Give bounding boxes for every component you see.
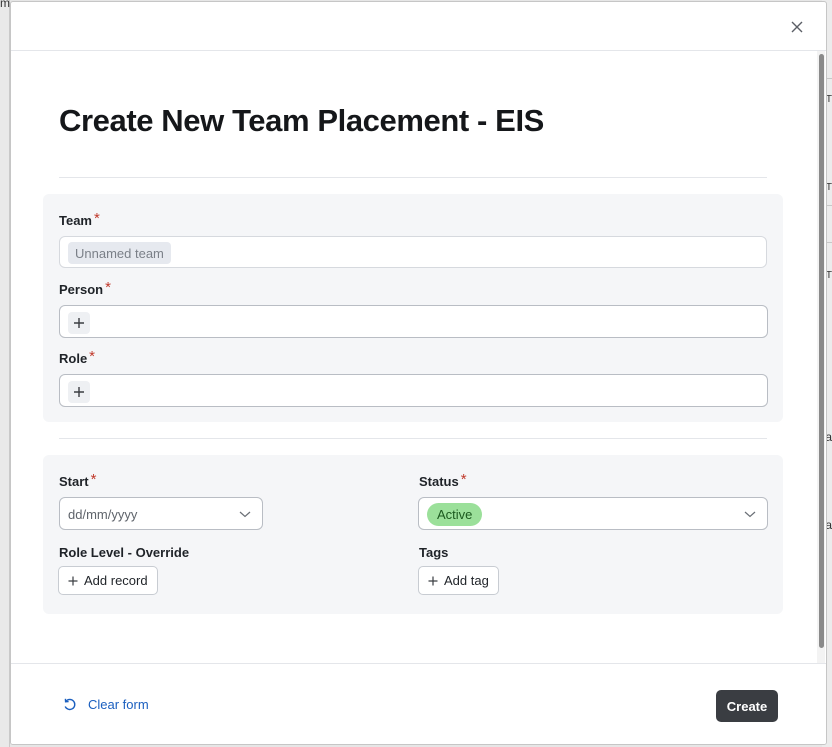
chevron-down-icon [239, 511, 251, 518]
create-button[interactable]: Create [716, 690, 778, 722]
team-label: Team * [59, 210, 100, 228]
role-label: Role * [59, 348, 96, 366]
dialog-header-bar [11, 2, 826, 51]
background-left-strip [0, 0, 10, 747]
team-label-text: Team [59, 213, 92, 228]
page-title: Create New Team Placement - EIS [59, 103, 544, 138]
person-label: Person * [59, 279, 111, 297]
section-divider [59, 438, 767, 439]
add-tag-button[interactable]: Add tag [418, 566, 499, 595]
reset-icon [64, 698, 76, 710]
tags-label: Tags [419, 545, 449, 560]
add-record-button[interactable]: Add record [58, 566, 158, 595]
start-date-placeholder: dd/mm/yyyy [68, 507, 138, 522]
status-label-text: Status [419, 474, 459, 489]
details-section: Start * dd/mm/yyyy Status * Active Role … [43, 455, 783, 614]
clear-form-label: Clear form [88, 697, 149, 712]
status-badge: Active [427, 503, 483, 526]
required-mark: * [89, 348, 96, 365]
required-mark: * [94, 210, 100, 227]
create-placement-dialog: Create New Team Placement - EIS Team * U… [10, 1, 827, 745]
plus-icon [68, 576, 78, 585]
scrollbar-thumb[interactable] [819, 54, 824, 648]
add-role-button[interactable] [68, 381, 90, 403]
start-label-text: Start [59, 474, 89, 489]
team-chip[interactable]: Unnamed team [68, 242, 171, 264]
plus-icon [428, 576, 438, 585]
role-label-text: Role [59, 351, 88, 366]
close-icon [791, 21, 803, 33]
add-record-label: Add record [84, 573, 148, 588]
role-level-label: Role Level - Override [59, 545, 190, 560]
start-label: Start * [59, 471, 97, 489]
required-mark: * [460, 471, 467, 488]
dialog-footer: Clear form Create [11, 663, 826, 744]
start-date-field[interactable]: dd/mm/yyyy [59, 497, 263, 530]
required-mark: * [90, 471, 97, 488]
add-tag-label: Add tag [444, 573, 489, 588]
title-divider [59, 177, 767, 178]
role-field[interactable] [59, 374, 768, 407]
clear-form-button[interactable]: Clear form [63, 697, 149, 712]
close-button[interactable] [786, 16, 808, 38]
required-mark: * [105, 279, 111, 296]
plus-icon [74, 318, 84, 328]
person-label-text: Person [59, 282, 104, 297]
status-select[interactable]: Active [418, 497, 768, 530]
plus-icon [74, 387, 84, 397]
assignment-section: Team * Unnamed team Person * Role * [43, 194, 783, 422]
team-field[interactable]: Unnamed team [59, 236, 767, 268]
status-label: Status * [419, 471, 467, 489]
background-text-fragment: m [0, 0, 10, 10]
add-person-button[interactable] [68, 312, 90, 334]
person-field[interactable] [59, 305, 768, 338]
chevron-down-icon [744, 511, 756, 518]
